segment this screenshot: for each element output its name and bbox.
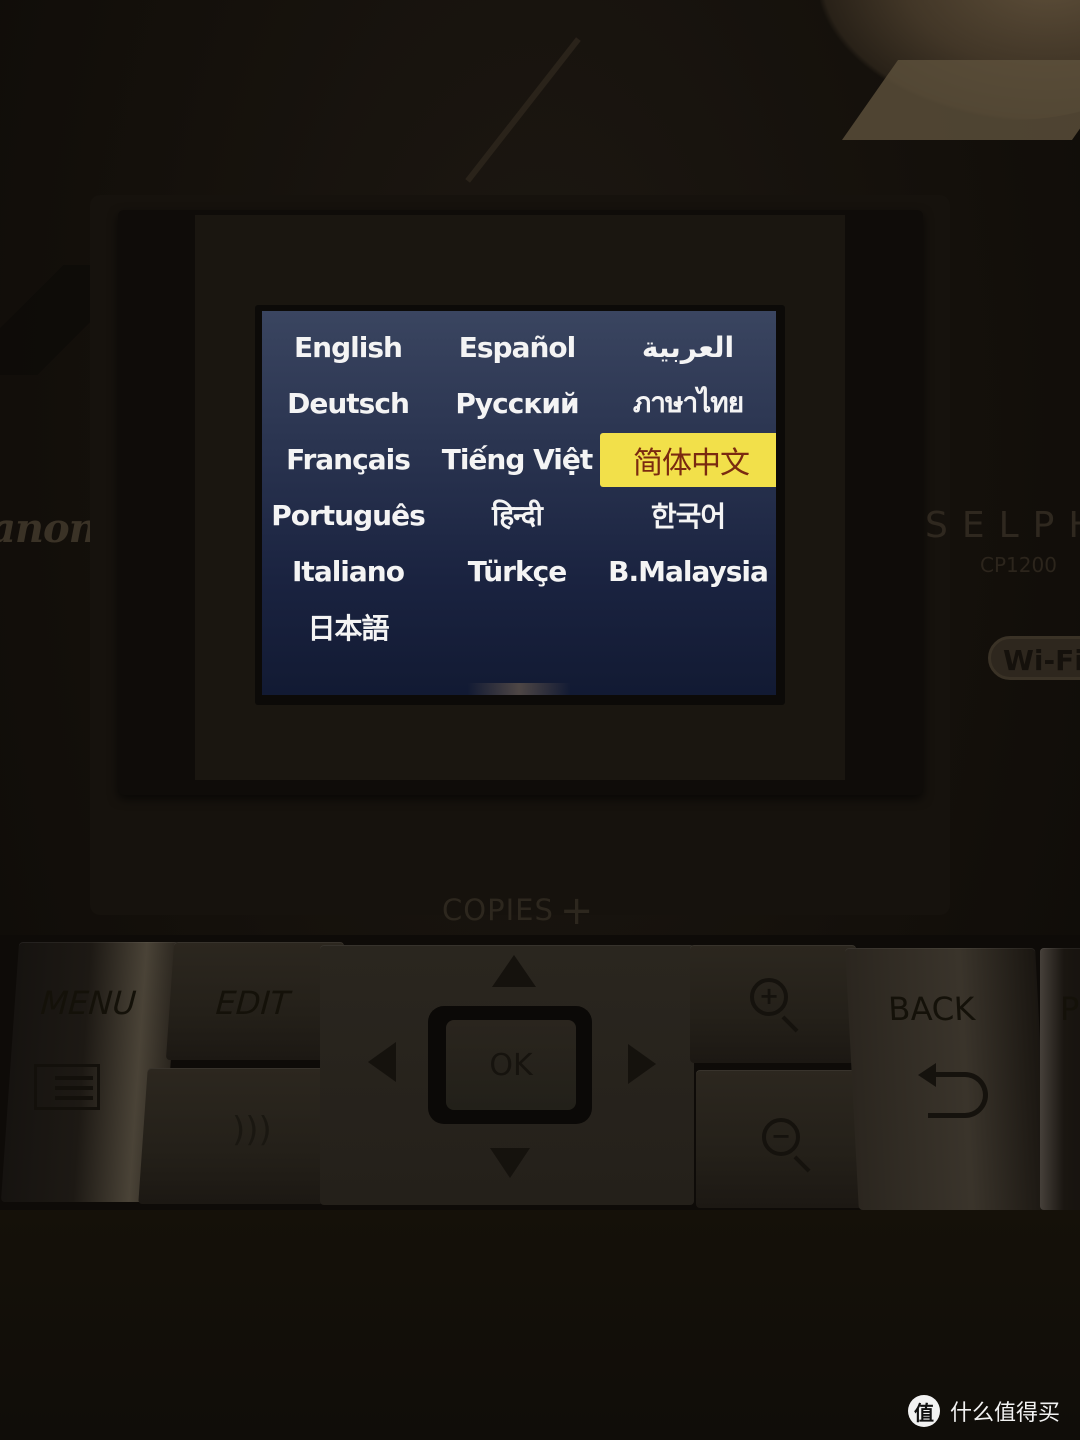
language-option[interactable]: हिन्दी [434, 487, 600, 543]
series-name: SELPHY [925, 505, 1080, 546]
language-option[interactable]: Tiếng Việt [434, 431, 600, 487]
language-option[interactable]: 한국어 [600, 487, 776, 543]
language-option[interactable]: Italiano [262, 543, 434, 599]
language-grid: English Español العربية Deutsch Русский ภาษาไ… [262, 319, 776, 655]
language-option[interactable]: Français [262, 431, 434, 487]
menu-label: MENU [39, 984, 138, 1022]
model-name: CP1200 [980, 553, 1057, 577]
language-option[interactable]: Português [262, 487, 434, 543]
back-arrow-icon [918, 1063, 988, 1118]
language-option[interactable]: Español [434, 319, 600, 375]
down-arrow-button[interactable] [490, 1148, 530, 1178]
language-option-selected[interactable]: 简体中文 [600, 433, 776, 487]
right-arrow-button[interactable] [628, 1044, 656, 1084]
brand-logo-fragment [0, 265, 100, 375]
left-arrow-button[interactable] [368, 1042, 396, 1082]
lcd-screen: English Español العربية Deutsch Русский ภาษาไ… [262, 311, 776, 695]
ok-button[interactable]: OK [446, 1020, 576, 1110]
language-option[interactable]: Deutsch [262, 375, 434, 431]
copies-text: COPIES [442, 893, 554, 927]
plus-icon: + [559, 888, 595, 934]
zoom-out-icon: − [762, 1118, 800, 1156]
brand-name: anon [0, 505, 98, 552]
copies-label: COPIES + [442, 888, 594, 934]
up-arrow-button[interactable] [492, 955, 536, 987]
print-button[interactable]: P [1040, 948, 1080, 1210]
edit-label: EDIT [214, 984, 292, 1022]
edit-button[interactable]: EDIT [165, 942, 345, 1060]
wifi-label: Wi-Fi [1003, 644, 1080, 677]
language-option[interactable]: English [262, 319, 434, 375]
menu-list-icon [34, 1064, 100, 1110]
language-option[interactable]: ภาษาไทย [600, 375, 776, 431]
language-option[interactable]: Türkçe [434, 543, 600, 599]
back-label: BACK [887, 990, 976, 1028]
watermark: 值 什么值得买 [908, 1395, 1060, 1427]
language-option[interactable]: B.Malaysia [600, 543, 776, 599]
wireless-signal-icon: ))) [232, 1110, 272, 1150]
zoom-in-icon: + [750, 978, 788, 1016]
language-option[interactable]: العربية [600, 319, 776, 375]
language-option[interactable]: Русский [434, 375, 600, 431]
wifi-badge: Wi-Fi [988, 636, 1080, 680]
language-option[interactable]: 日本語 [262, 599, 434, 655]
ok-label: OK [489, 1047, 533, 1083]
watermark-text: 什么值得买 [950, 1401, 1061, 1426]
watermark-logo-icon: 值 [908, 1395, 940, 1427]
print-label: P [1060, 990, 1080, 1028]
